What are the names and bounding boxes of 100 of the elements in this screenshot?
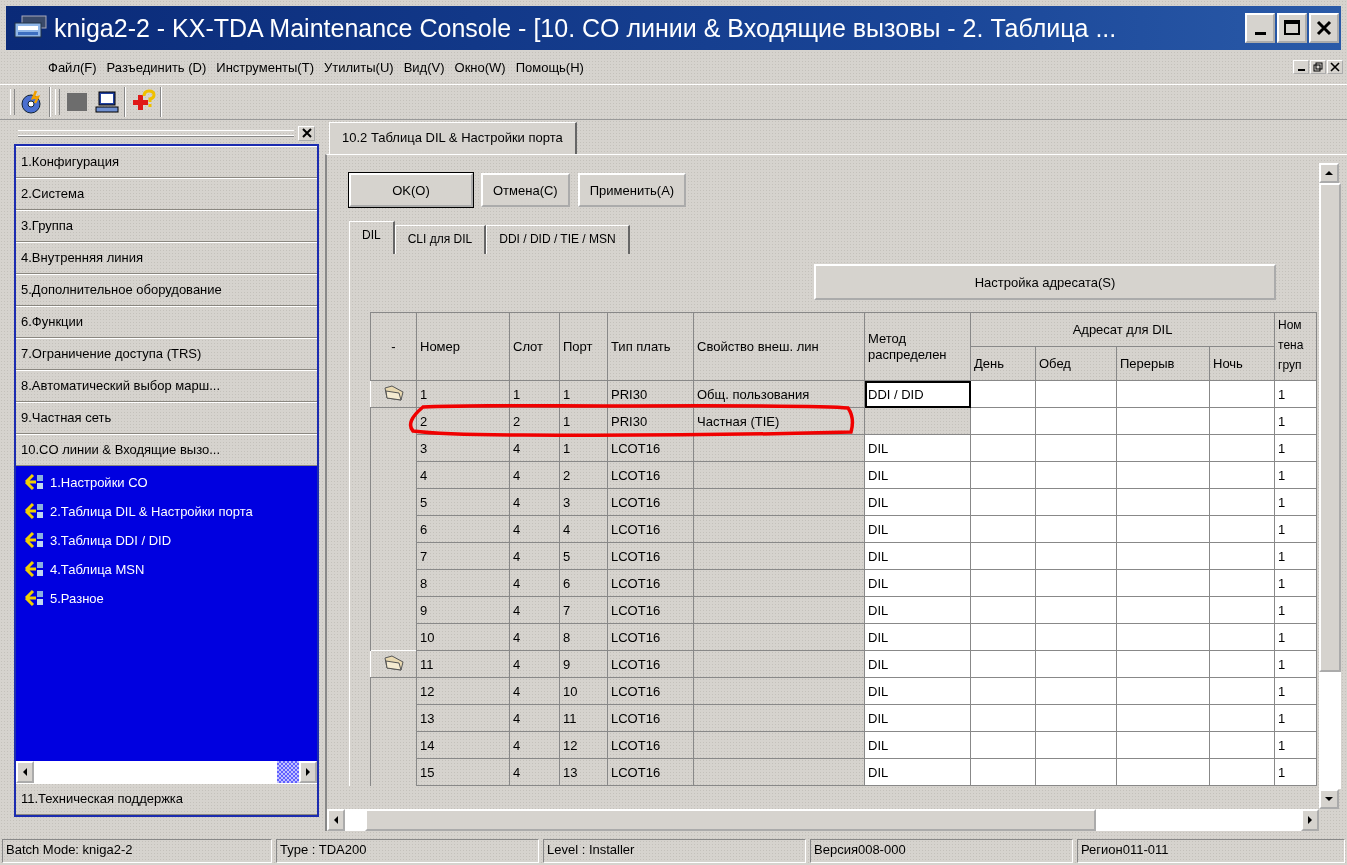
sidebar-item[interactable]: 1.Конфигурация bbox=[16, 146, 317, 178]
close-button[interactable] bbox=[1309, 13, 1339, 43]
table-cell: LCOT16 bbox=[607, 731, 694, 759]
table-cell: 6 bbox=[559, 569, 608, 597]
computer-icon bbox=[14, 15, 48, 41]
arrows-icon bbox=[24, 501, 46, 521]
maximize-button[interactable] bbox=[1277, 13, 1307, 43]
tab[interactable]: DIL bbox=[349, 221, 395, 254]
sidebar-subitem[interactable]: 4.Таблица MSN bbox=[50, 561, 145, 577]
menu-item[interactable]: Помощь(H) bbox=[515, 59, 584, 75]
table-cell: 2 bbox=[559, 461, 608, 489]
table-cell: LCOT16 bbox=[607, 569, 694, 597]
column-header: Обед bbox=[1035, 346, 1117, 381]
sidebar-item[interactable]: 9.Частная сеть bbox=[16, 402, 317, 434]
close-icon bbox=[1330, 62, 1340, 72]
table-cell: LCOT16 bbox=[607, 677, 694, 705]
sidebar-item[interactable]: 5.Дополнительное оборудование bbox=[16, 274, 317, 306]
table-cell: LCOT16 bbox=[607, 623, 694, 651]
monitor-icon[interactable] bbox=[94, 89, 120, 115]
sidebar-item[interactable]: 7.Ограничение доступа (TRS) bbox=[16, 338, 317, 370]
scroll-down-button[interactable] bbox=[1319, 789, 1339, 809]
column-header: День bbox=[970, 346, 1036, 381]
table-cell: DIL bbox=[864, 488, 971, 516]
sidebar-item[interactable]: 6.Функции bbox=[16, 306, 317, 338]
minimize-button[interactable] bbox=[1293, 60, 1309, 74]
sidebar-item[interactable]: 11.Техническая поддержка bbox=[16, 783, 317, 815]
minimize-button[interactable] bbox=[1245, 13, 1275, 43]
close-icon bbox=[1315, 19, 1333, 37]
left-arrow-icon bbox=[332, 815, 340, 825]
table-cell: 4 bbox=[509, 704, 560, 732]
left-arrow-icon bbox=[21, 767, 29, 777]
menu-item[interactable]: Утилиты(U) bbox=[324, 59, 394, 75]
table-cell: 12 bbox=[416, 677, 510, 705]
dialog-button[interactable]: Отмена(C) bbox=[481, 173, 570, 207]
table-cell: 4 bbox=[509, 569, 560, 597]
menu-item[interactable]: Файл(F) bbox=[48, 59, 97, 75]
menu-item[interactable]: Инструменты(T) bbox=[216, 59, 314, 75]
sidebar-subitem[interactable]: 5.Разное bbox=[50, 590, 104, 606]
table-cell: 1 bbox=[509, 380, 560, 408]
table-cell: LCOT16 bbox=[607, 704, 694, 732]
table-cell: LCOT16 bbox=[607, 758, 694, 786]
scroll-left-button[interactable] bbox=[327, 809, 345, 831]
tab[interactable]: DDI / DID / TIE / MSN bbox=[486, 225, 630, 254]
table-cell: 4 bbox=[509, 515, 560, 543]
sidebar-item[interactable]: 3.Группа bbox=[16, 210, 317, 242]
sidebar-item[interactable]: 4.Внутренняя линия bbox=[16, 242, 317, 274]
scrollbar-thumb[interactable] bbox=[1319, 183, 1341, 672]
table-cell: 8 bbox=[559, 623, 608, 651]
window-title: kniga2-2 - KX-TDA Maintenance Console - [10. CO линии & Входящие вызовы - 2. Таблица ... bbox=[54, 13, 1118, 43]
right-arrow-icon bbox=[1306, 815, 1314, 825]
table-cell: 1 bbox=[416, 380, 510, 408]
table-cell: 4 bbox=[559, 515, 608, 543]
table-cell: 4 bbox=[509, 596, 560, 624]
table-cell: DIL bbox=[864, 515, 971, 543]
restore-button[interactable] bbox=[1310, 60, 1326, 74]
tab[interactable]: CLI для DIL bbox=[394, 225, 487, 254]
destination-button[interactable]: Настройка адресата(S) bbox=[814, 264, 1276, 300]
table-cell: DIL bbox=[864, 704, 971, 732]
dialog-button[interactable]: OK(O) bbox=[349, 173, 473, 207]
menu-item[interactable]: Разъединить (D) bbox=[106, 59, 207, 75]
arrows-icon bbox=[24, 559, 46, 579]
scroll-left-button[interactable] bbox=[16, 761, 34, 783]
table-cell: 15 bbox=[416, 758, 510, 786]
close-button[interactable] bbox=[1327, 60, 1343, 74]
page-tab[interactable]: 10.2 Таблица DIL & Настройки порта bbox=[329, 122, 577, 154]
table-cell: 4 bbox=[509, 623, 560, 651]
status-field: Batch Mode: kniga2-2 bbox=[2, 839, 272, 863]
sidebar-item[interactable]: 8.Автоматический выбор марш... bbox=[16, 370, 317, 402]
scrollbar-thumb[interactable] bbox=[277, 761, 299, 783]
table-cell: 7 bbox=[416, 542, 510, 570]
table-cell: 9 bbox=[559, 650, 608, 678]
sidebar-subitem[interactable]: 3.Таблица DDI / DID bbox=[50, 532, 172, 548]
table-cell: LCOT16 bbox=[607, 542, 694, 570]
scrollbar-thumb[interactable] bbox=[365, 809, 1096, 831]
table-cell: 12 bbox=[559, 731, 608, 759]
table-cell: 10 bbox=[416, 623, 510, 651]
table-cell: 13 bbox=[559, 758, 608, 786]
column-header: Порт bbox=[559, 312, 608, 381]
table-cell: LCOT16 bbox=[607, 488, 694, 516]
scroll-right-button[interactable] bbox=[1301, 809, 1319, 831]
table-cell: 5 bbox=[559, 542, 608, 570]
table-cell: 4 bbox=[416, 461, 510, 489]
menu-item[interactable]: Окно(W) bbox=[454, 59, 506, 75]
table-cell: LCOT16 bbox=[607, 650, 694, 678]
menu-item[interactable]: Вид(V) bbox=[403, 59, 445, 75]
grip-bar[interactable] bbox=[18, 129, 294, 137]
table-cell: 11 bbox=[416, 650, 510, 678]
sidebar-subitem[interactable]: 2.Таблица DIL & Настройки порта bbox=[50, 503, 253, 519]
status-field: Регион011-011 bbox=[1077, 839, 1345, 863]
sidebar-item[interactable]: 10.CO линии & Входящие вызо... bbox=[16, 434, 317, 466]
table-cell: LCOT16 bbox=[607, 434, 694, 462]
scroll-right-button[interactable] bbox=[299, 761, 317, 783]
sidebar-item[interactable]: 2.Система bbox=[16, 178, 317, 210]
dialog-button[interactable]: Применить(A) bbox=[577, 173, 687, 207]
sidebar-subitem[interactable]: 1.Настройки CO bbox=[50, 474, 148, 490]
table-cell: DIL bbox=[864, 569, 971, 597]
table-cell: 4 bbox=[509, 488, 560, 516]
close-button[interactable] bbox=[298, 125, 315, 141]
table-cell: 3 bbox=[416, 434, 510, 462]
scroll-up-button[interactable] bbox=[1319, 163, 1339, 183]
